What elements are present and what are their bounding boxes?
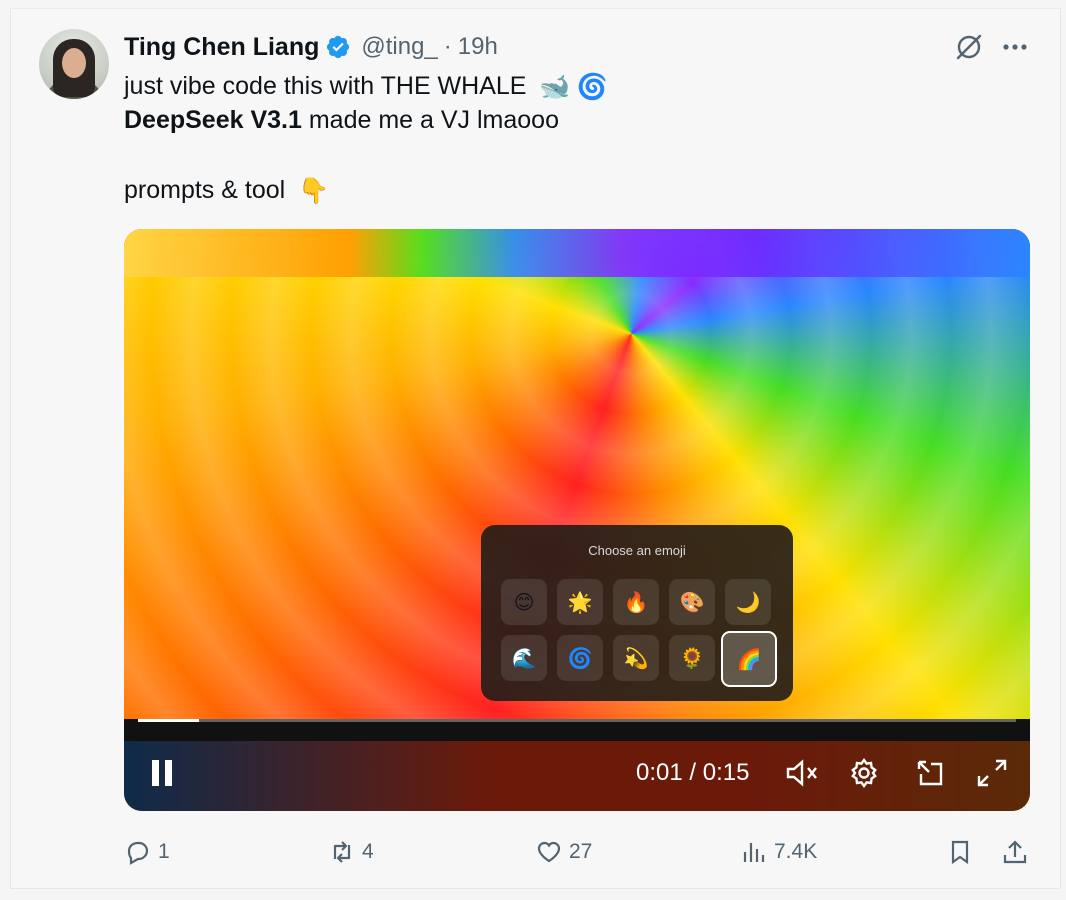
avatar[interactable] — [39, 29, 109, 99]
divider — [10, 888, 1059, 889]
emoji-option[interactable]: 🌙 — [725, 579, 771, 625]
repost-icon — [333, 841, 351, 863]
pause-button[interactable] — [148, 756, 178, 790]
picture-in-picture-icon[interactable] — [911, 756, 947, 790]
whale-emoji-icon: 🐋 — [539, 73, 571, 102]
tweet-text: just vibe code this with THE WHALE — [124, 72, 527, 100]
bookmark-button[interactable] — [946, 832, 974, 872]
views-button[interactable]: 7.4K — [740, 832, 817, 872]
swirl-emoji-icon: 🌀 — [576, 73, 608, 102]
heart-icon — [537, 841, 561, 863]
action-bar: 1 4 27 7.4K — [0, 832, 1066, 872]
repost-count: 4 — [362, 840, 374, 863]
grok-icon[interactable] — [952, 30, 986, 64]
share-button[interactable] — [1001, 832, 1029, 872]
emoji-option[interactable]: 🌟 — [557, 579, 603, 625]
settings-gear-icon[interactable] — [846, 756, 882, 790]
separator-dot: · — [443, 33, 452, 60]
author-name[interactable]: Ting Chen Liang — [124, 33, 319, 62]
video-progress-bar[interactable] — [138, 719, 1016, 722]
tweet-text-line-2: DeepSeek V3.1 made me a VJ lmaooo — [124, 104, 559, 136]
emoji-option[interactable]: 😊 — [501, 579, 547, 625]
more-options-icon[interactable] — [1000, 32, 1030, 62]
model-name: DeepSeek V3.1 — [124, 106, 302, 134]
post-time[interactable]: 19h — [458, 33, 498, 61]
author-handle[interactable]: @ting_ — [361, 33, 437, 61]
bookmark-icon — [951, 840, 969, 865]
fullscreen-icon[interactable] — [974, 756, 1010, 790]
emoji-option[interactable]: 🔥 — [613, 579, 659, 625]
emoji-picker-overlay: Choose an emoji 😊 🌟 🔥 🎨 🌙 🌊 🌀 💫 🌻 🌈 — [481, 525, 793, 701]
reply-count: 1 — [158, 840, 170, 863]
share-icon — [1003, 840, 1027, 864]
like-button[interactable]: 27 — [535, 832, 592, 872]
emoji-option[interactable]: 🌀 — [557, 635, 603, 681]
video-progress-fill — [138, 719, 200, 722]
verified-badge-icon — [327, 35, 350, 59]
emoji-option[interactable]: 🎨 — [669, 579, 715, 625]
point-down-emoji-icon: 👇 — [298, 177, 330, 206]
emoji-option[interactable]: 🌊 — [501, 635, 547, 681]
like-count: 27 — [569, 840, 593, 863]
tweet-text: made me a VJ lmaooo — [301, 106, 559, 134]
analytics-icon — [743, 843, 765, 862]
tweet-text-line-3: prompts & tool 👇 — [124, 174, 329, 207]
view-count: 7.4K — [774, 840, 818, 863]
repost-button[interactable]: 4 — [328, 832, 374, 872]
emoji-option[interactable]: 💫 — [613, 635, 659, 681]
reply-icon — [127, 841, 149, 865]
reply-button[interactable]: 1 — [124, 832, 170, 872]
emoji-option[interactable]: 🌻 — [669, 635, 715, 681]
emoji-option[interactable]: 🌈 — [721, 631, 777, 687]
tweet-text-line-1: just vibe code this with THE WHALE 🐋 🌀 — [124, 70, 608, 103]
video-player[interactable]: Choose an emoji 😊 🌟 🔥 🎨 🌙 🌊 🌀 💫 🌻 🌈 0:01 / 0:15 — [124, 229, 1030, 811]
mute-toggle-icon[interactable] — [784, 756, 820, 790]
tweet-header: Ting Chen Liang @ting_ · 19h — [124, 30, 498, 64]
tweet-text: prompts & tool — [124, 176, 286, 204]
video-timer: 0:01 / 0:15 — [636, 759, 750, 786]
picker-title: Choose an emoji — [588, 543, 686, 558]
